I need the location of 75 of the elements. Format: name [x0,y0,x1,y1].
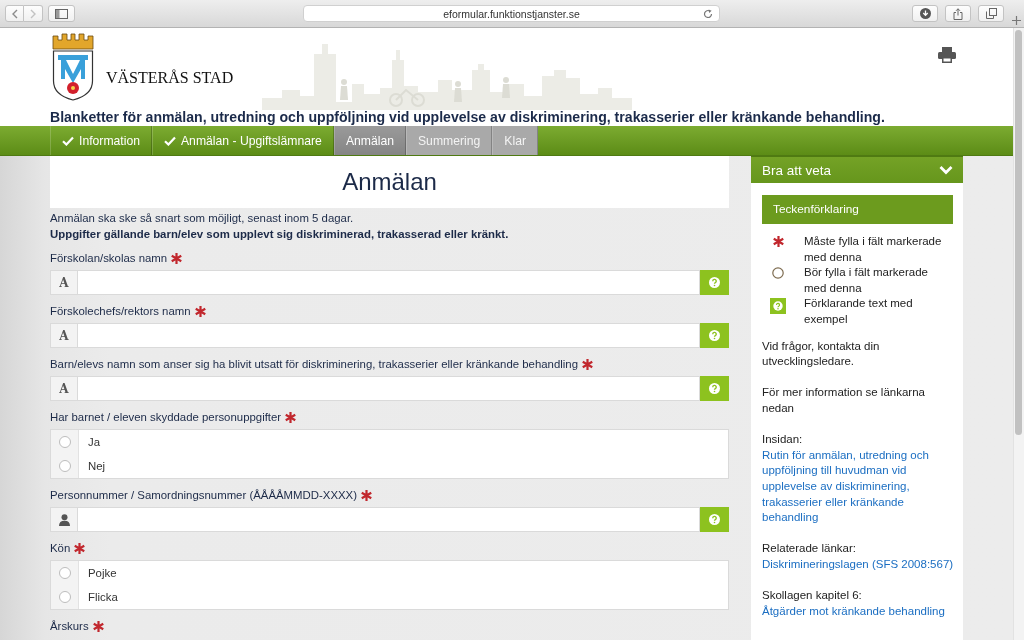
link-heading: Skollagen kapitel 6: [762,588,863,604]
radio-button[interactable] [58,591,71,603]
org-name: VÄSTERÅS STAD [106,69,234,87]
coat-of-arms-icon [50,33,96,101]
tabs-icon [985,8,997,19]
field-label: Har barnet / eleven skyddade personuppgifter [50,410,282,425]
step-tab[interactable]: Anmälan [333,126,406,155]
address-bar[interactable]: eformular.funktionstjanster.se [303,5,720,22]
legend-text: Bör fylla i fält markerade med denna [804,265,929,296]
printer-icon[interactable] [938,47,956,63]
help-icon [709,383,720,394]
info-text: Vid frågor, kontakta din utvecklingsledare. [762,338,881,370]
input-addon: A [50,323,78,348]
field-label: Personnummer / Samordningsnummer (ÅÅÅÅMMDD-XXXX) [50,488,357,503]
step-tab[interactable]: Anmälan - Upgiftslämnare [151,126,334,155]
panel-toggle[interactable]: Bra att veta [751,156,963,183]
help-button[interactable] [700,270,729,295]
step-tab[interactable]: Information [50,126,152,155]
forward-button[interactable] [24,5,43,22]
field-label: Barn/elevs namn som anser sig ha blivit utsatt för diskriminering, trakasserier eller kränkande behandling [50,357,579,372]
radio-button[interactable] [58,436,71,448]
reload-icon[interactable] [703,9,713,19]
info-link[interactable]: Rutin för anmälan, utredning och uppföljning till huvudman vid upplevelse av diskriminering, trakasserier eller kränkande behandling [762,447,957,526]
help-icon [709,330,720,341]
back-button[interactable] [5,5,24,22]
legend-title: Teckenförklaring [762,195,953,224]
radio-button[interactable] [58,460,71,472]
form-title: Anmälan [50,156,729,208]
download-button[interactable] [912,5,938,22]
field-label: Förskolan/skolas namn [50,251,168,266]
help-button[interactable] [700,376,729,401]
back-icon [11,8,18,19]
circle-icon [772,267,784,280]
share-button[interactable] [945,5,971,22]
field-label: Kön [50,541,71,556]
tabs-button[interactable] [978,5,1004,22]
header-title: Blanketter för anmälan, utredning och uppföljning vid upplevelse av diskriminering, trakasserier eller kränkande behandling. [50,109,886,126]
input-addon: A [50,376,78,401]
check-icon [62,135,74,146]
option-label[interactable]: Flicka [88,589,118,605]
check-icon [163,135,176,146]
help-icon [709,514,720,525]
option-label[interactable]: Pojke [88,565,117,581]
field-label: Årskurs [50,619,89,634]
option-label[interactable]: Ja [88,434,101,450]
person-icon [58,513,70,526]
download-icon [919,8,931,19]
text-input-field[interactable] [78,323,700,348]
required-asterisk-icon [772,236,784,247]
help-button[interactable] [700,323,729,348]
help-button[interactable] [700,507,729,532]
help-icon [770,298,786,315]
option-label[interactable]: Nej [88,458,106,474]
field-label: Förskolechefs/rektors namn [50,304,191,319]
help-icon [709,277,720,288]
info-link[interactable]: Diskrimineringslagen (SFS 2008:567) [762,556,957,573]
share-icon [953,7,963,20]
section-heading: Uppgifter gällande barn/elev som upplevt sig diskriminerad, trakasserad eller kränkt. [50,227,510,242]
scrollbar-thumb[interactable] [1015,30,1022,435]
text-input-field[interactable] [78,376,700,401]
link-heading: Insidan: [762,432,804,448]
info-link[interactable]: Åtgärder mot kränkande behandling [762,603,957,620]
legend-text: Förklarande text med exempel [804,296,914,327]
sidebar-button[interactable] [48,5,75,22]
forward-icon [30,8,36,19]
text-input-field[interactable] [78,270,700,295]
info-text: För mer information se länkarna nedan [762,385,926,416]
radio-button[interactable] [58,567,71,579]
legend-text: Måste fylla i fält markerade med denna [804,234,943,265]
input-addon: A [50,270,78,295]
intro-text: Anmälan ska ske så snart som möjligt, senast inom 5 dagar. [50,211,355,226]
new-tab-icon[interactable] [1012,16,1021,25]
text-input-field[interactable] [78,507,700,532]
link-heading: Relaterade länkar: [762,541,857,557]
sidebar-icon [55,8,68,19]
